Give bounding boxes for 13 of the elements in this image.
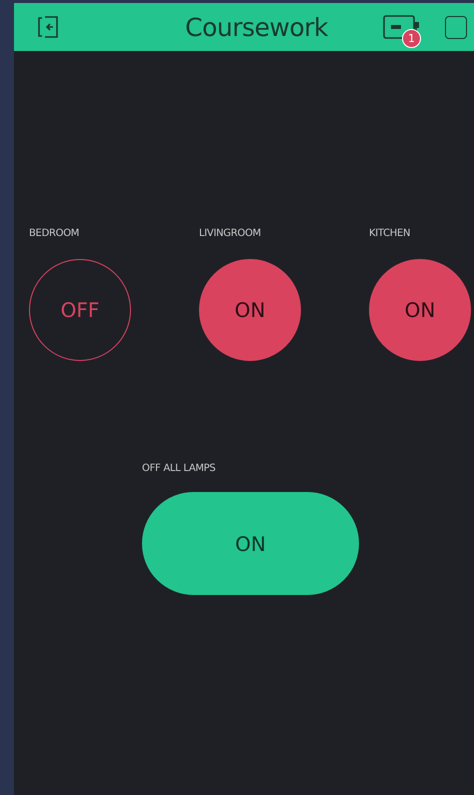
exit-icon[interactable] <box>36 15 60 39</box>
notification-badge: 1 <box>402 29 421 48</box>
widget-label: OFF ALL LAMPS <box>142 462 216 475</box>
toggle-button[interactable]: ON <box>369 259 471 361</box>
toggle-button[interactable]: ON <box>142 492 359 595</box>
widget-label: KITCHEN <box>369 227 412 240</box>
project-title: Coursework <box>184 12 329 42</box>
device-icon[interactable] <box>383 14 421 40</box>
widget-label: BEDROOM <box>29 227 80 240</box>
stop-icon[interactable] <box>445 16 467 38</box>
widget-label: LIVINGROOM <box>199 227 262 240</box>
toggle-button[interactable]: ON <box>199 259 301 361</box>
toggle-button[interactable]: OFF <box>29 259 131 361</box>
